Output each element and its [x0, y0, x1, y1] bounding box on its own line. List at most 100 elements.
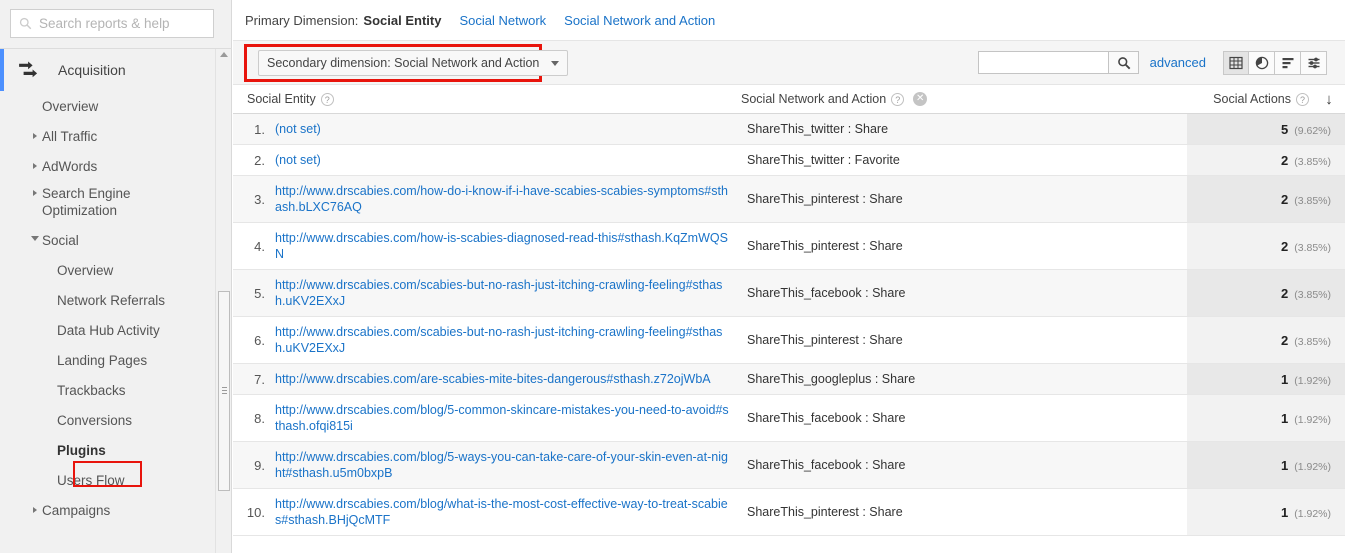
sidebar-item-landing-pages[interactable]: Landing Pages [0, 345, 216, 375]
cell-social-entity: 5. http://www.drscabies.com/scabies-but-… [233, 269, 741, 317]
column-header-social-entity[interactable]: Social Entity ? [233, 85, 741, 114]
metric-value: 1 [1281, 504, 1289, 520]
sidebar-item-conversions[interactable]: Conversions [0, 405, 216, 435]
sidebar-item-label: Landing Pages [57, 352, 148, 368]
sidebar-item-network-referrals[interactable]: Network Referrals [0, 285, 216, 315]
chevron-right-icon [33, 507, 37, 513]
help-icon[interactable]: ? [320, 92, 334, 106]
primary-dimension-link-social-network-and-action[interactable]: Social Network and Action [564, 13, 715, 28]
performance-view-button[interactable] [1275, 51, 1301, 75]
report-toolbar: Secondary dimension: Social Network and … [233, 41, 1345, 85]
table-row[interactable]: 10. http://www.drscabies.com/blog/what-i… [233, 488, 1345, 536]
cell-social-entity: 3. http://www.drscabies.com/how-do-i-kno… [233, 175, 741, 223]
cell-social-entity: 2. (not set) [233, 144, 741, 176]
table-search-input[interactable] [978, 51, 1108, 74]
cell-social-actions: 1 (1.92%) [1187, 363, 1345, 395]
social-entity-link[interactable]: (not set) [275, 152, 321, 168]
cell-social-network-and-action: ShareThis_pinterest : Share [741, 175, 1187, 223]
social-entity-link[interactable]: http://www.drscabies.com/how-is-scabies-… [275, 230, 731, 262]
sidebar-item-data-hub-activity[interactable]: Data Hub Activity [0, 315, 216, 345]
sidebar-item-social[interactable]: Social [0, 225, 216, 255]
sidebar-item-search-engine-optimization[interactable]: Search Engine Optimization [0, 181, 216, 225]
remove-secondary-dimension-icon[interactable]: ✕ [913, 92, 928, 106]
bar-list-icon [1282, 58, 1293, 69]
sidebar-item-overview[interactable]: Overview [0, 91, 216, 121]
sidebar-item-label: Overview [42, 98, 99, 114]
column-header-social-network-and-action[interactable]: Social Network and Action ? ✕ [741, 85, 1187, 114]
table-row[interactable]: 8. http://www.drscabies.com/blog/5-commo… [233, 394, 1345, 442]
sidebar-item-users-flow[interactable]: Users Flow [0, 465, 216, 495]
scrollbar-grip-icon [222, 387, 227, 394]
search-input[interactable] [39, 16, 204, 31]
cell-social-actions: 2 (3.85%) [1187, 269, 1345, 317]
sidebar-item-label: Social [42, 232, 79, 248]
table-row[interactable]: 3. http://www.drscabies.com/how-do-i-kno… [233, 175, 1345, 223]
analytics-report-page: Acquisition Overview All Traffic AdWords… [0, 0, 1345, 553]
main-content: Primary Dimension: Social Entity Social … [233, 0, 1345, 553]
chevron-down-icon [31, 236, 39, 244]
sidebar-scrollbar[interactable] [215, 49, 231, 553]
sidebar-item-campaigns[interactable]: Campaigns [0, 495, 216, 525]
metric-value: 1 [1281, 410, 1289, 426]
social-entity-link[interactable]: http://www.drscabies.com/blog/5-ways-you… [275, 449, 731, 481]
social-entity-link[interactable]: http://www.drscabies.com/scabies-but-no-… [275, 324, 731, 356]
column-label: Social Entity [247, 92, 316, 106]
metric-value: 2 [1281, 238, 1289, 254]
sidebar-item-social-overview[interactable]: Overview [0, 255, 216, 285]
cell-social-network-and-action: ShareThis_pinterest : Share [741, 316, 1187, 364]
sidebar-item-label: Overview [57, 262, 114, 278]
sort-descending-arrow-icon[interactable]: ↓ [1321, 92, 1337, 107]
table-search [978, 51, 1139, 74]
cell-social-actions: 1 (1.92%) [1187, 394, 1345, 442]
sidebar-item-label: Data Hub Activity [57, 322, 160, 338]
table-search-button[interactable] [1108, 51, 1139, 74]
metric-value: 1 [1281, 371, 1289, 387]
social-entity-link[interactable]: http://www.drscabies.com/are-scabies-mit… [275, 371, 711, 387]
sidebar: Acquisition Overview All Traffic AdWords… [0, 0, 232, 553]
social-entity-link[interactable]: (not set) [275, 121, 321, 137]
cell-social-actions: 2 (3.85%) [1187, 222, 1345, 270]
primary-dimension-link-social-network[interactable]: Social Network [459, 13, 546, 28]
sidebar-item-adwords[interactable]: AdWords [0, 151, 216, 181]
cell-social-network-and-action: ShareThis_twitter : Share [741, 113, 1187, 145]
help-icon[interactable]: ? [1296, 92, 1309, 106]
search-icon [19, 17, 32, 30]
cell-social-entity: 4. http://www.drscabies.com/how-is-scabi… [233, 222, 741, 270]
sidebar-item-plugins[interactable]: Plugins [0, 435, 216, 465]
sidebar-item-trackbacks[interactable]: Trackbacks [0, 375, 216, 405]
table-row[interactable]: 4. http://www.drscabies.com/how-is-scabi… [233, 222, 1345, 270]
table-row[interactable]: 5. http://www.drscabies.com/scabies-but-… [233, 269, 1345, 317]
table-view-button[interactable] [1223, 51, 1249, 75]
cell-social-network-and-action: ShareThis_pinterest : Share [741, 222, 1187, 270]
sidebar-item-all-traffic[interactable]: All Traffic [0, 121, 216, 151]
sidebar-search[interactable] [10, 9, 214, 38]
pie-view-button[interactable] [1249, 51, 1275, 75]
cell-social-actions: 2 (3.85%) [1187, 175, 1345, 223]
column-header-social-actions[interactable]: Social Actions ? ↓ [1187, 85, 1345, 114]
table-row[interactable]: 9. http://www.drscabies.com/blog/5-ways-… [233, 441, 1345, 489]
scrollbar-thumb[interactable] [218, 291, 230, 491]
table-row[interactable]: 7. http://www.drscabies.com/are-scabies-… [233, 363, 1345, 395]
social-entity-link[interactable]: http://www.drscabies.com/blog/what-is-th… [275, 496, 731, 528]
social-entity-link[interactable]: http://www.drscabies.com/how-do-i-know-i… [275, 183, 731, 215]
social-entity-link[interactable]: http://www.drscabies.com/blog/5-common-s… [275, 402, 731, 434]
row-number: 10. [246, 504, 265, 520]
cell-social-actions: 5 (9.62%) [1187, 113, 1345, 145]
pie-chart-icon [1255, 56, 1268, 70]
table-row[interactable]: 2. (not set) ShareThis_twitter : Favorit… [233, 144, 1345, 176]
sidebar-section-acquisition[interactable]: Acquisition [0, 49, 216, 91]
scroll-up-arrow-icon[interactable] [220, 52, 228, 57]
cell-social-entity: 8. http://www.drscabies.com/blog/5-commo… [233, 394, 741, 442]
table-row[interactable]: 6. http://www.drscabies.com/scabies-but-… [233, 316, 1345, 364]
help-icon[interactable]: ? [891, 92, 905, 106]
cell-social-actions: 1 (1.92%) [1187, 488, 1345, 536]
metric-value: 2 [1281, 191, 1289, 207]
social-entity-link[interactable]: http://www.drscabies.com/scabies-but-no-… [275, 277, 731, 309]
table-row[interactable]: 1. (not set) ShareThis_twitter : Share 5… [233, 113, 1345, 145]
advanced-link[interactable]: advanced [1150, 55, 1206, 70]
pivot-view-button[interactable] [1301, 51, 1327, 75]
sidebar-section-label: Acquisition [58, 62, 126, 78]
secondary-dimension-button[interactable]: Secondary dimension: Social Network and … [258, 50, 569, 76]
column-label: Social Actions [1213, 92, 1291, 106]
row-number: 8. [254, 410, 265, 426]
